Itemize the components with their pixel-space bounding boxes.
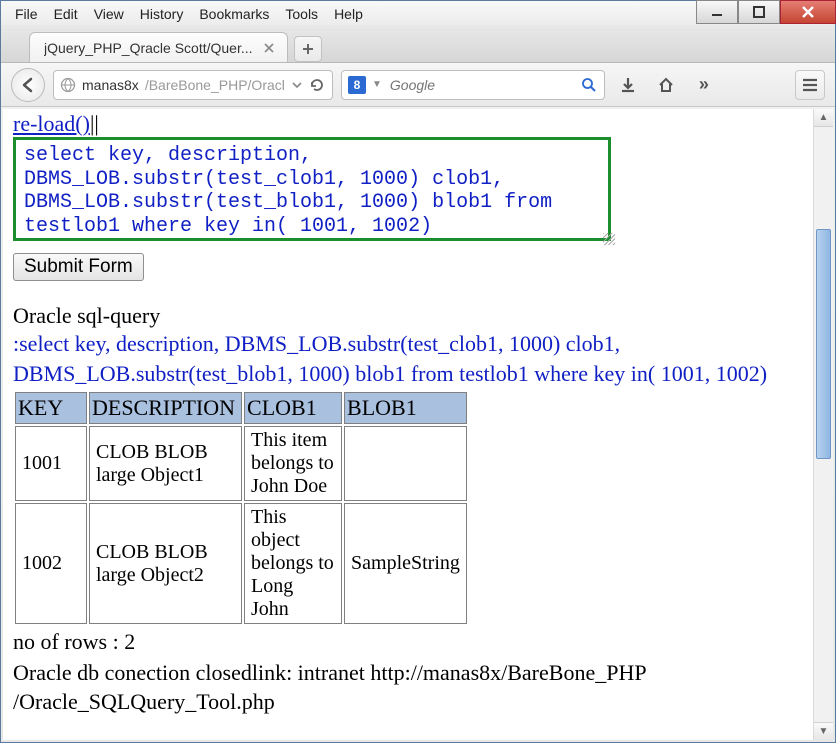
maximize-icon xyxy=(753,6,765,18)
tabstrip: jQuery_PHP_Qracle Scott/Quer... xyxy=(1,25,835,63)
menu-view[interactable]: View xyxy=(86,4,132,24)
cell-description: CLOB BLOB large Object2 xyxy=(89,503,242,624)
maximize-button[interactable] xyxy=(738,0,780,24)
search-bar[interactable]: 8 ▼ xyxy=(341,70,605,100)
col-key: KEY xyxy=(15,392,87,424)
menu-file-label: File xyxy=(15,6,38,22)
tab-title: jQuery_PHP_Qracle Scott/Quer... xyxy=(44,40,253,56)
arrow-left-icon xyxy=(19,76,37,94)
scroll-thumb[interactable] xyxy=(816,229,831,459)
minimize-button[interactable] xyxy=(696,0,738,24)
globe-icon xyxy=(60,77,76,93)
chevron-down-icon[interactable]: ▼ xyxy=(372,79,382,90)
tab-active[interactable]: jQuery_PHP_Qracle Scott/Quer... xyxy=(29,32,288,62)
scroll-up-button[interactable]: ▲ xyxy=(814,109,833,127)
url-host: manas8x xyxy=(82,77,139,93)
result-table: KEY DESCRIPTION CLOB1 BLOB1 1001 CLOB BL… xyxy=(13,390,469,626)
menu-history-label: History xyxy=(140,6,184,22)
minimize-icon xyxy=(711,6,723,18)
menu-tools[interactable]: Tools xyxy=(277,4,326,24)
menu-help[interactable]: Help xyxy=(326,4,371,24)
home-icon xyxy=(657,76,675,94)
downloads-button[interactable] xyxy=(613,70,643,100)
separator: || xyxy=(90,111,99,136)
reload-icon xyxy=(309,77,325,93)
menu-button[interactable] xyxy=(795,70,825,100)
close-button[interactable] xyxy=(780,0,836,24)
echoed-sql: :select key, description, DBMS_LOB.subst… xyxy=(13,329,803,388)
cell-blob1: SampleString xyxy=(344,503,467,624)
menu-file[interactable]: File xyxy=(7,4,46,24)
menu-edit[interactable]: Edit xyxy=(46,4,86,24)
vertical-scrollbar[interactable]: ▲ ▼ xyxy=(813,109,833,740)
close-icon xyxy=(264,43,274,53)
col-blob1: BLOB1 xyxy=(344,392,467,424)
search-button[interactable] xyxy=(580,76,598,94)
search-icon xyxy=(581,77,597,93)
menu-help-label: Help xyxy=(334,6,363,22)
search-engine-icon: 8 xyxy=(348,76,366,94)
home-button[interactable] xyxy=(651,70,681,100)
browser-window: File Edit View History Bookmarks Tools H… xyxy=(0,0,836,743)
cell-key: 1002 xyxy=(15,503,87,624)
cell-clob1: This item belongs to John Doe xyxy=(244,426,342,501)
table-row: 1001 CLOB BLOB large Object1 This item b… xyxy=(15,426,467,501)
col-clob1: CLOB1 xyxy=(244,392,342,424)
query-label: Oracle sql-query xyxy=(13,303,803,329)
cell-key: 1001 xyxy=(15,426,87,501)
menu-bookmarks-label: Bookmarks xyxy=(199,6,269,22)
download-icon xyxy=(619,76,637,94)
menu-bookmarks[interactable]: Bookmarks xyxy=(191,4,277,24)
hamburger-icon xyxy=(802,78,818,92)
url-path: /BareBone_PHP/Oracl xyxy=(145,77,285,93)
table-header-row: KEY DESCRIPTION CLOB1 BLOB1 xyxy=(15,392,467,424)
submit-button[interactable]: Submit Form xyxy=(13,253,144,281)
chevron-down-icon[interactable] xyxy=(292,80,302,90)
row-count: no of rows : 2 xyxy=(13,628,803,657)
menu-view-label: View xyxy=(94,6,124,22)
back-button[interactable] xyxy=(11,68,45,102)
cell-blob1 xyxy=(344,426,467,501)
chevron-right-double-icon: » xyxy=(699,74,709,95)
tab-close-button[interactable] xyxy=(261,40,277,56)
scroll-down-button[interactable]: ▼ xyxy=(814,722,833,740)
new-tab-button[interactable] xyxy=(294,36,322,62)
toolbar-overflow-button[interactable]: » xyxy=(689,70,719,100)
page-content: re-load()|| Submit Form Oracle sql-query… xyxy=(3,109,813,740)
chevron-down-icon: ▼ xyxy=(819,726,829,737)
page-viewport: re-load()|| Submit Form Oracle sql-query… xyxy=(3,109,833,740)
search-input[interactable] xyxy=(388,76,574,94)
reload-link[interactable]: re-load() xyxy=(13,111,90,136)
table-row: 1002 CLOB BLOB large Object2 This object… xyxy=(15,503,467,624)
chevron-up-icon: ▲ xyxy=(819,112,829,123)
cell-clob1: This object belongs to Long John xyxy=(244,503,342,624)
sql-textarea[interactable] xyxy=(13,137,611,241)
plus-icon xyxy=(302,43,314,55)
navbar: manas8x/BareBone_PHP/Oracl 8 ▼ » xyxy=(1,63,835,107)
close-icon xyxy=(801,5,815,19)
connection-closed-text: Oracle db conection closedlink: intranet… xyxy=(13,659,803,716)
menu-history[interactable]: History xyxy=(132,4,192,24)
cell-description: CLOB BLOB large Object1 xyxy=(89,426,242,501)
menu-edit-label: Edit xyxy=(54,6,78,22)
reload-button[interactable] xyxy=(308,76,326,94)
window-controls xyxy=(696,0,836,24)
menu-tools-label: Tools xyxy=(285,6,318,22)
url-bar[interactable]: manas8x/BareBone_PHP/Oracl xyxy=(53,70,333,100)
col-description: DESCRIPTION xyxy=(89,392,242,424)
